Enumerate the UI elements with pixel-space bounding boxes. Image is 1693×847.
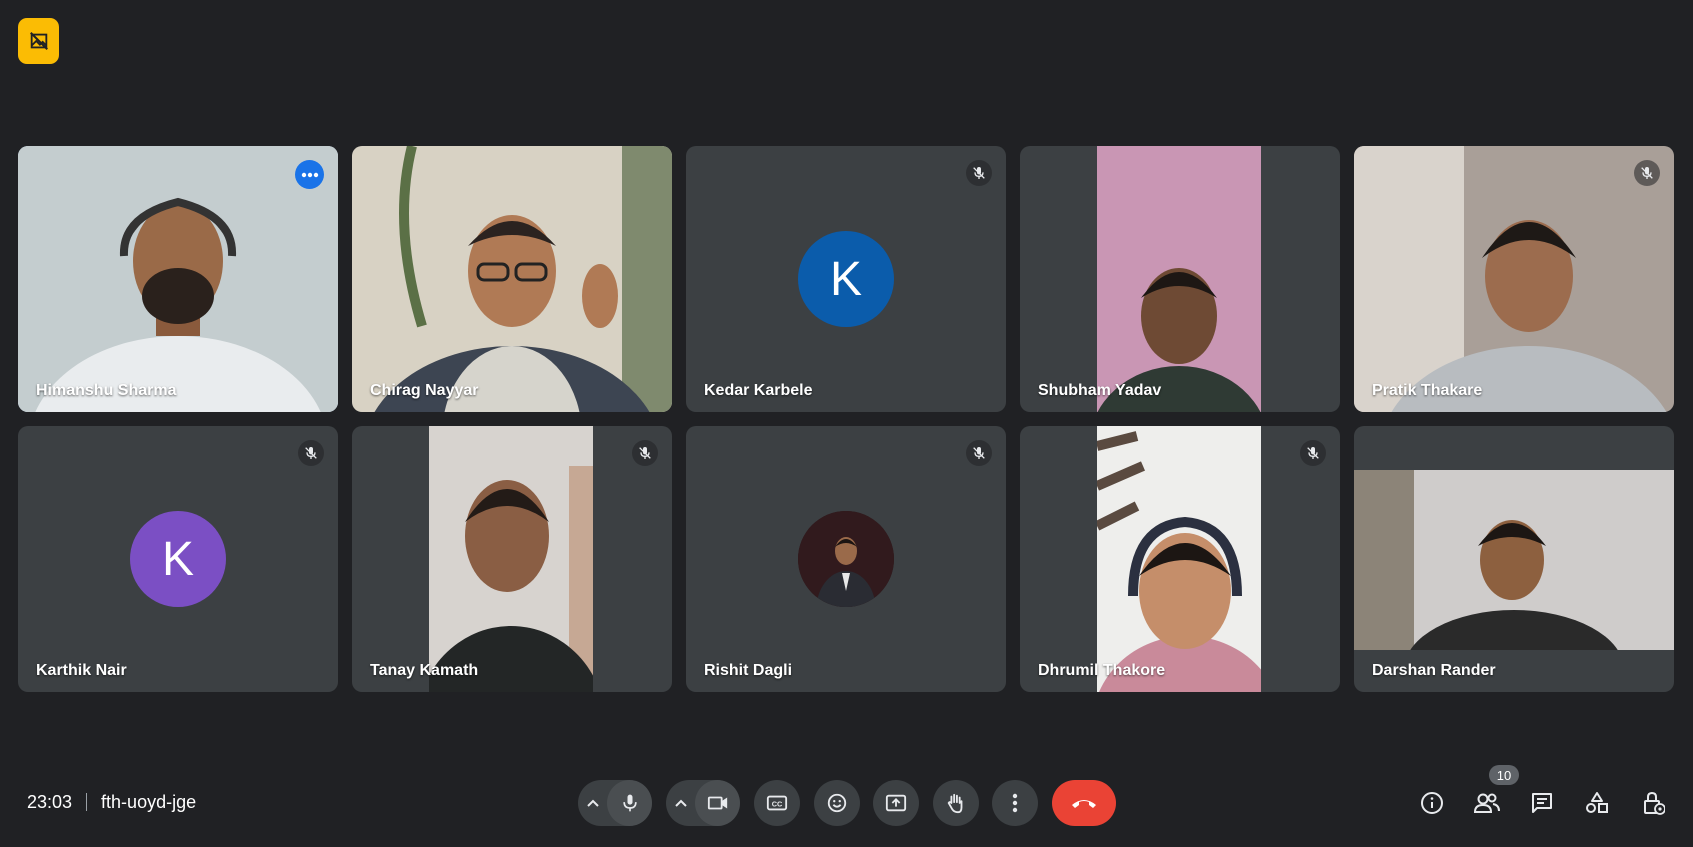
participant-tile[interactable]: Darshan Rander: [1354, 426, 1674, 692]
more-options-icon: [1012, 793, 1018, 813]
participant-tile[interactable]: K Kedar Karbele: [686, 146, 1006, 412]
participant-count-badge: 10: [1489, 765, 1519, 785]
mic-off-icon: [1641, 167, 1653, 179]
svg-text:CC: CC: [772, 800, 783, 809]
participant-name: Chirag Nayyar: [370, 382, 479, 399]
participant-tile[interactable]: Chirag Nayyar: [352, 146, 672, 412]
raise-hand-icon: [947, 793, 963, 814]
camera-control[interactable]: [666, 780, 740, 826]
participant-video: [1097, 426, 1261, 692]
chevron-up-icon: [586, 799, 599, 807]
meeting-code: fth-uoyd-jge: [101, 791, 197, 812]
mic-control[interactable]: [578, 780, 652, 826]
participant-name: Kedar Karbele: [704, 382, 813, 399]
camera-button[interactable]: [695, 780, 740, 826]
participant-video: [429, 426, 593, 692]
mic-off-icon: [1307, 447, 1319, 459]
mic-off-indicator: [298, 440, 324, 466]
mic-off-icon: [305, 447, 317, 459]
captions-icon: CC: [766, 795, 788, 811]
participant-tile[interactable]: Dhrumil Thakore: [1020, 426, 1340, 692]
person-silhouette: [1354, 146, 1674, 412]
participant-video: [18, 146, 338, 412]
captions-button[interactable]: CC: [754, 780, 800, 826]
mic-off-icon: [973, 167, 985, 179]
avatar: K: [130, 511, 226, 607]
info-icon: [1421, 792, 1443, 814]
host-controls-button[interactable]: [1636, 786, 1670, 820]
person-silhouette: [429, 426, 593, 692]
mic-off-indicator: [966, 160, 992, 186]
mic-off-icon: [973, 447, 985, 459]
mic-off-icon: [639, 447, 651, 459]
host-controls-icon: [1644, 791, 1665, 815]
participant-tile[interactable]: Himanshu Sharma: [18, 146, 338, 412]
raise-hand-button[interactable]: [933, 780, 979, 826]
present-button[interactable]: [873, 780, 919, 826]
meeting-info: 23:03 fth-uoyd-jge: [27, 790, 196, 814]
chevron-up-icon: [674, 799, 687, 807]
participant-video: [1097, 146, 1261, 412]
participant-name: Darshan Rander: [1372, 662, 1496, 679]
avatar-photo: [798, 511, 894, 607]
audio-settings-button[interactable]: [578, 780, 607, 826]
more-options-button[interactable]: [295, 160, 324, 189]
chat-button[interactable]: [1525, 786, 1559, 820]
mic-off-indicator: [966, 440, 992, 466]
activities-icon: [1586, 792, 1608, 813]
visual-effects-badge[interactable]: [18, 18, 59, 64]
avatar-letter: K: [829, 252, 862, 306]
mic-off-indicator: [1634, 160, 1660, 186]
people-icon: [1473, 793, 1500, 813]
participant-name: Karthik Nair: [36, 662, 127, 679]
end-call-icon: [1072, 800, 1096, 808]
participant-video: [1354, 146, 1674, 412]
video-settings-button[interactable]: [666, 780, 695, 826]
participant-tile[interactable]: K Karthik Nair: [18, 426, 338, 692]
person-silhouette: [1097, 426, 1261, 692]
person-silhouette: [352, 146, 672, 412]
person-silhouette: [1097, 146, 1261, 412]
divider: [86, 793, 88, 811]
no-image-icon: [29, 32, 48, 50]
emoji-icon: [827, 793, 847, 813]
present-icon: [885, 794, 907, 812]
meeting-details-button[interactable]: [1415, 786, 1449, 820]
avatar: K: [798, 231, 894, 327]
mic-off-indicator: [632, 440, 658, 466]
participant-video: [1354, 470, 1674, 650]
participant-tile[interactable]: Rishit Dagli: [686, 426, 1006, 692]
participant-grid: Himanshu Sharma Chirag Nayyar K Kedar Ka…: [18, 146, 1674, 692]
participant-tile[interactable]: Shubham Yadav: [1020, 146, 1340, 412]
participant-name: Dhrumil Thakore: [1038, 662, 1166, 679]
participant-name: Rishit Dagli: [704, 662, 793, 679]
participant-name: Himanshu Sharma: [36, 382, 177, 399]
person-silhouette: [1354, 470, 1674, 650]
mic-icon: [622, 794, 637, 812]
profile-photo: [798, 511, 894, 607]
participant-tile[interactable]: Tanay Kamath: [352, 426, 672, 692]
people-button[interactable]: [1470, 786, 1504, 820]
chat-icon: [1532, 793, 1552, 813]
avatar-letter: K: [161, 532, 194, 586]
activities-button[interactable]: [1580, 786, 1614, 820]
participant-video: [352, 146, 672, 412]
person-silhouette: [18, 146, 338, 412]
meeting-time: 23:03: [27, 791, 73, 812]
participant-name: Shubham Yadav: [1038, 382, 1162, 399]
mic-off-indicator: [1300, 440, 1326, 466]
participant-name: Pratik Thakare: [1372, 382, 1483, 399]
more-horizontal-icon: [301, 172, 318, 177]
mic-button[interactable]: [607, 780, 652, 826]
reactions-button[interactable]: [814, 780, 860, 826]
leave-call-button[interactable]: [1052, 780, 1116, 826]
camera-icon: [707, 796, 727, 810]
participant-name: Tanay Kamath: [370, 662, 479, 679]
participant-tile[interactable]: Pratik Thakare: [1354, 146, 1674, 412]
more-options-button[interactable]: [992, 780, 1038, 826]
